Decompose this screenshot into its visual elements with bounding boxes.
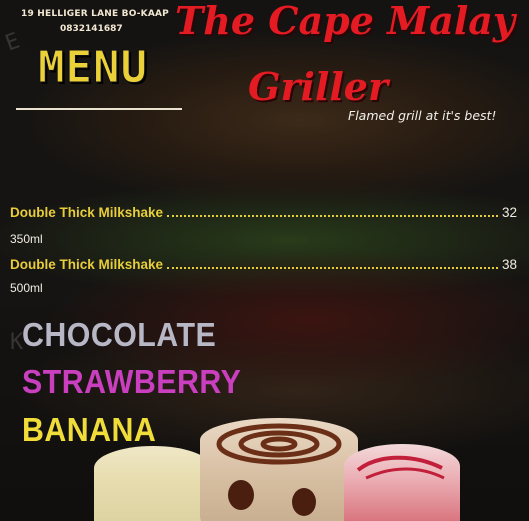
chocolate-splotch xyxy=(228,480,254,510)
strawberry-swirl-icon xyxy=(356,455,445,480)
flavor-strawberry: STRAWBERRY xyxy=(22,363,242,400)
chocolate-milkshake-cup xyxy=(200,418,358,521)
chocolate-swirl-icon xyxy=(216,423,342,465)
menu-poster: E K 19 HELLIGER LANE BO-KAAP 0832141687 … xyxy=(0,0,529,521)
item-name: Double Thick Milkshake xyxy=(10,205,164,220)
menu-title: MENU xyxy=(38,42,148,93)
leader-dots xyxy=(167,215,498,217)
menu-underline xyxy=(16,108,182,110)
menu-item: Double Thick Milkshake 38 xyxy=(10,257,517,272)
flavor-banana: BANANA xyxy=(22,411,157,448)
address-text: 19 HELLIGER LANE BO-KAAP xyxy=(21,9,169,19)
brand-name-line1: The Cape Malay xyxy=(175,0,515,43)
banana-milkshake-cup xyxy=(94,446,212,521)
chocolate-splotch xyxy=(292,488,316,516)
item-price: 32 xyxy=(501,205,517,220)
brand-tagline: Flamed grill at it's best! xyxy=(348,108,497,123)
phone-number: 0832141687 xyxy=(60,24,123,34)
item-name: Double Thick Milkshake xyxy=(10,257,164,272)
strawberry-milkshake-cup xyxy=(344,444,460,521)
item-size: 500ml xyxy=(10,281,43,295)
item-price: 38 xyxy=(501,257,517,272)
item-size: 350ml xyxy=(10,232,43,246)
brand-name-line2: Griller xyxy=(248,64,388,109)
leader-dots xyxy=(167,267,498,269)
menu-item: Double Thick Milkshake 32 xyxy=(10,205,517,220)
flavor-chocolate: CHOCOLATE xyxy=(22,316,217,353)
